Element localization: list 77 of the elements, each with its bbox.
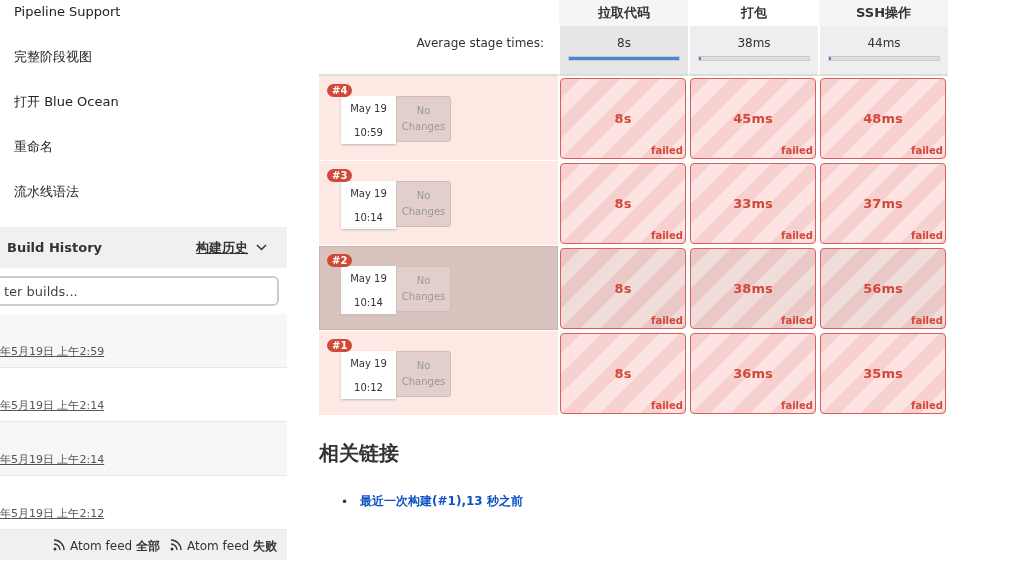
section-heading: 相关链接 [319, 440, 400, 467]
build-history-title: Build History [7, 240, 102, 255]
sidebar-item[interactable]: Pipeline Support [0, 0, 287, 45]
stage-status: failed [651, 400, 683, 411]
stage-status: failed [651, 230, 683, 241]
stage-duration: 37ms [863, 196, 903, 211]
chevron-down-icon [256, 244, 267, 251]
stage-status: failed [781, 230, 813, 241]
build-row-header[interactable]: #3 May 19 10:14 No Changes [319, 161, 558, 246]
list-bullet: • [341, 494, 349, 509]
sidebar-item[interactable]: 完整阶段视图 [0, 45, 287, 90]
stage-cell[interactable]: 8s failed [560, 333, 686, 414]
stage-cell[interactable]: 36ms failed [690, 333, 816, 414]
stage-duration: 38ms [733, 281, 773, 296]
stage-status: failed [651, 315, 683, 326]
stage-duration: 48ms [863, 111, 903, 126]
stage-duration: 33ms [733, 196, 773, 211]
rss-icon [53, 538, 67, 551]
stage-duration: 8s [614, 366, 632, 381]
stage-duration: 56ms [863, 281, 903, 296]
stage-cell[interactable]: 8s failed [560, 248, 686, 329]
filter-field[interactable]: ter builds... [0, 276, 279, 306]
stage-status: failed [911, 145, 943, 156]
build-date: May 19 [350, 102, 387, 114]
stage-header: 拉取代码 [558, 0, 688, 26]
stage-status: failed [651, 145, 683, 156]
build-time: 10:59 [354, 126, 383, 138]
rss-icon [170, 538, 183, 551]
build-time: 10:14 [354, 211, 383, 223]
stage-cell[interactable]: 45ms failed [690, 78, 816, 159]
stage-duration: 45ms [733, 111, 773, 126]
build-date: May 19 [350, 272, 387, 284]
atom-feed-link[interactable]: Atom feed 全部 [53, 538, 160, 560]
build-date-link[interactable]: 年5月19日 上午2:14 [0, 398, 105, 413]
stage-status: failed [781, 145, 813, 156]
stage-duration: 8s [614, 111, 632, 126]
sidebar-item[interactable]: 重命名 [0, 135, 287, 180]
build-number-badge[interactable]: #1 [327, 339, 353, 352]
sidebar-item[interactable]: 流水线语法 [0, 180, 287, 225]
sidebar-item[interactable]: 打开 Blue Ocean [0, 90, 287, 135]
stage-status: failed [781, 315, 813, 326]
build-time: 10:14 [354, 296, 383, 308]
stage-status: failed [911, 400, 943, 411]
stage-cell[interactable]: 37ms failed [820, 163, 946, 244]
stage-status: failed [911, 230, 943, 241]
build-date-link[interactable]: 年5月19日 上午2:59 [0, 344, 105, 359]
stage-duration: 8s [614, 196, 632, 211]
build-row-header[interactable]: #1 May 19 10:12 No Changes [319, 331, 558, 416]
stage-cell[interactable]: 38ms failed [690, 248, 816, 329]
stage-cell[interactable]: 8s failed [560, 163, 686, 244]
build-row-header[interactable]: #4 May 19 10:59 No Changes [319, 76, 558, 161]
build-number-badge[interactable]: #2 [327, 254, 353, 267]
stage-cell[interactable]: 33ms failed [690, 163, 816, 244]
last-build-link[interactable]: 最近一次构建(#1),13 秒之前 [360, 493, 523, 510]
stage-cell[interactable]: 35ms failed [820, 333, 946, 414]
stage-cell[interactable]: 56ms failed [820, 248, 946, 329]
build-number-badge[interactable]: #4 [327, 84, 353, 97]
build-date: May 19 [350, 357, 387, 369]
build-number-badge[interactable]: #3 [327, 169, 353, 182]
stage-status: failed [911, 315, 943, 326]
build-time: 10:12 [354, 381, 383, 393]
average-time: 44ms [867, 36, 901, 50]
build-date-link[interactable]: 年5月19日 上午2:14 [0, 452, 105, 467]
average-time: 8s [617, 36, 631, 50]
stage-status: failed [781, 400, 813, 411]
stage-duration: 8s [614, 281, 632, 296]
average-time: 38ms [737, 36, 771, 50]
stage-cell[interactable]: 8s failed [560, 78, 686, 159]
build-date: May 19 [350, 187, 387, 199]
stage-cell[interactable]: 48ms failed [820, 78, 946, 159]
stage-header: SSH操作 [818, 0, 948, 26]
trend-link[interactable]: 构建历史 [196, 238, 267, 257]
atom-feed-link[interactable]: Atom feed 失败 [170, 538, 277, 560]
stage-duration: 36ms [733, 366, 773, 381]
build-row-header[interactable]: #2 May 19 10:14 No Changes [319, 246, 558, 331]
stage-duration: 35ms [863, 366, 903, 381]
build-date-link[interactable]: 年5月19日 上午2:12 [0, 506, 105, 521]
